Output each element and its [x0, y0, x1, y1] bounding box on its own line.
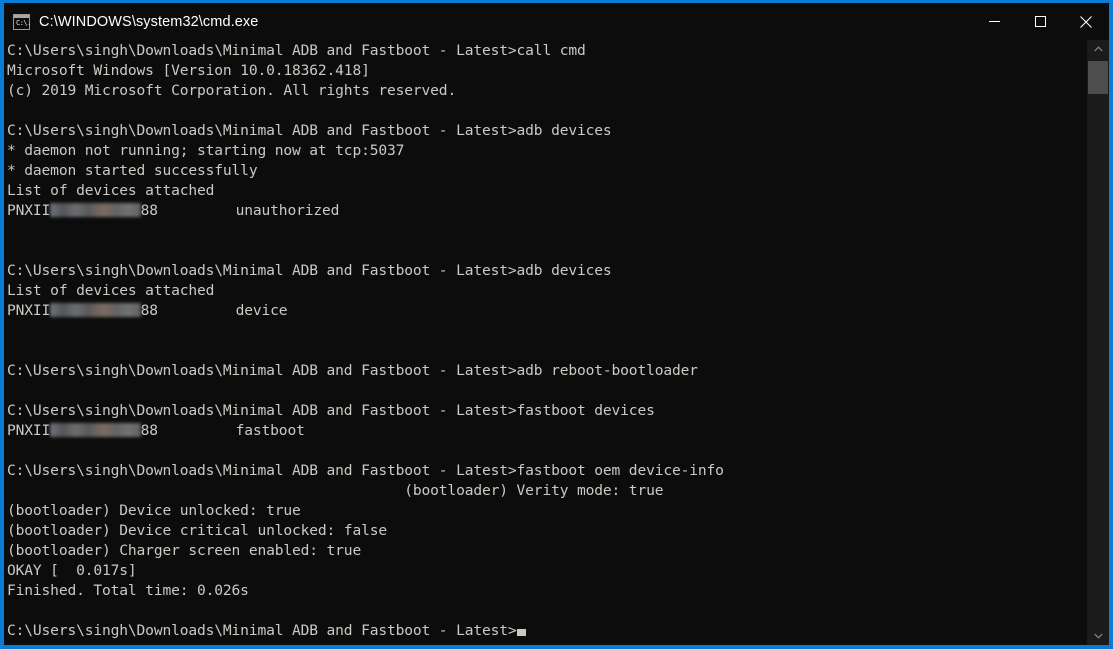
console-line: * daemon started successfully — [7, 162, 258, 179]
text-cursor — [516, 629, 526, 636]
console-line: C:\Users\singh\Downloads\Minimal ADB and… — [7, 462, 724, 479]
console-line: List of devices attached — [7, 182, 215, 199]
console-line: C:\Users\singh\Downloads\Minimal ADB and… — [7, 42, 586, 59]
close-icon — [1080, 15, 1092, 28]
console-line: (c) 2019 Microsoft Corporation. All righ… — [7, 82, 457, 99]
console-line: PNXII 88 fastboot — [7, 422, 305, 439]
console-line: Finished. Total time: 0.026s — [7, 582, 249, 599]
console-text: C:\Users\singh\Downloads\Minimal ADB and… — [7, 41, 724, 641]
console-line: C:\Users\singh\Downloads\Minimal ADB and… — [7, 262, 612, 279]
console-line: C:\Users\singh\Downloads\Minimal ADB and… — [7, 122, 612, 139]
console-scrollbar[interactable] — [1087, 40, 1109, 645]
console-line: (bootloader) Charger screen enabled: tru… — [7, 542, 362, 559]
console-output-area[interactable]: C:\Users\singh\Downloads\Minimal ADB and… — [4, 40, 1087, 645]
caption-button-group — [971, 3, 1109, 40]
console-line: OKAY [ 0.017s] — [7, 562, 137, 579]
redacted-serial — [50, 303, 141, 317]
minimize-button[interactable] — [971, 3, 1017, 40]
scrollbar-track[interactable] — [1087, 58, 1109, 627]
maximize-button[interactable] — [1017, 3, 1063, 40]
scroll-down-arrow-button[interactable] — [1087, 627, 1109, 645]
console-line: PNXII 88 device — [7, 302, 288, 319]
console-line: * daemon not running; starting now at tc… — [7, 142, 405, 159]
scrollbar-thumb[interactable] — [1088, 61, 1108, 94]
close-button[interactable] — [1063, 3, 1109, 40]
window-title: C:\WINDOWS\system32\cmd.exe — [39, 13, 259, 30]
console-line: (bootloader) Device unlocked: true — [7, 502, 301, 519]
console-line: (bootloader) Verity mode: true — [7, 482, 664, 499]
console-line: C:\Users\singh\Downloads\Minimal ADB and… — [7, 621, 724, 641]
cmd-icon-titlebar — [14, 14, 29, 18]
console-line: (bootloader) Device critical unlocked: f… — [7, 522, 387, 539]
title-bar[interactable]: C:\. C:\WINDOWS\system32\cmd.exe — [4, 3, 1109, 40]
chevron-down-icon — [1093, 633, 1103, 639]
cmd-window: C:\. C:\WINDOWS\system32\cmd.exe C:\User… — [0, 0, 1113, 649]
console-line: C:\Users\singh\Downloads\Minimal ADB and… — [7, 402, 655, 419]
console-line: List of devices attached — [7, 282, 215, 299]
maximize-icon — [1034, 16, 1046, 27]
scroll-up-arrow-button[interactable] — [1087, 40, 1109, 58]
chevron-up-icon — [1093, 46, 1103, 52]
console-line: Microsoft Windows [Version 10.0.18362.41… — [7, 62, 370, 79]
minimize-icon — [988, 21, 1000, 22]
redacted-serial — [50, 203, 141, 217]
redacted-serial — [50, 423, 141, 437]
console-line: PNXII 88 unauthorized — [7, 202, 340, 219]
cmd-console-icon: C:\. — [13, 13, 31, 30]
cmd-icon-prompt-glyph: C:\. — [16, 18, 31, 27]
console-line: C:\Users\singh\Downloads\Minimal ADB and… — [7, 362, 698, 379]
